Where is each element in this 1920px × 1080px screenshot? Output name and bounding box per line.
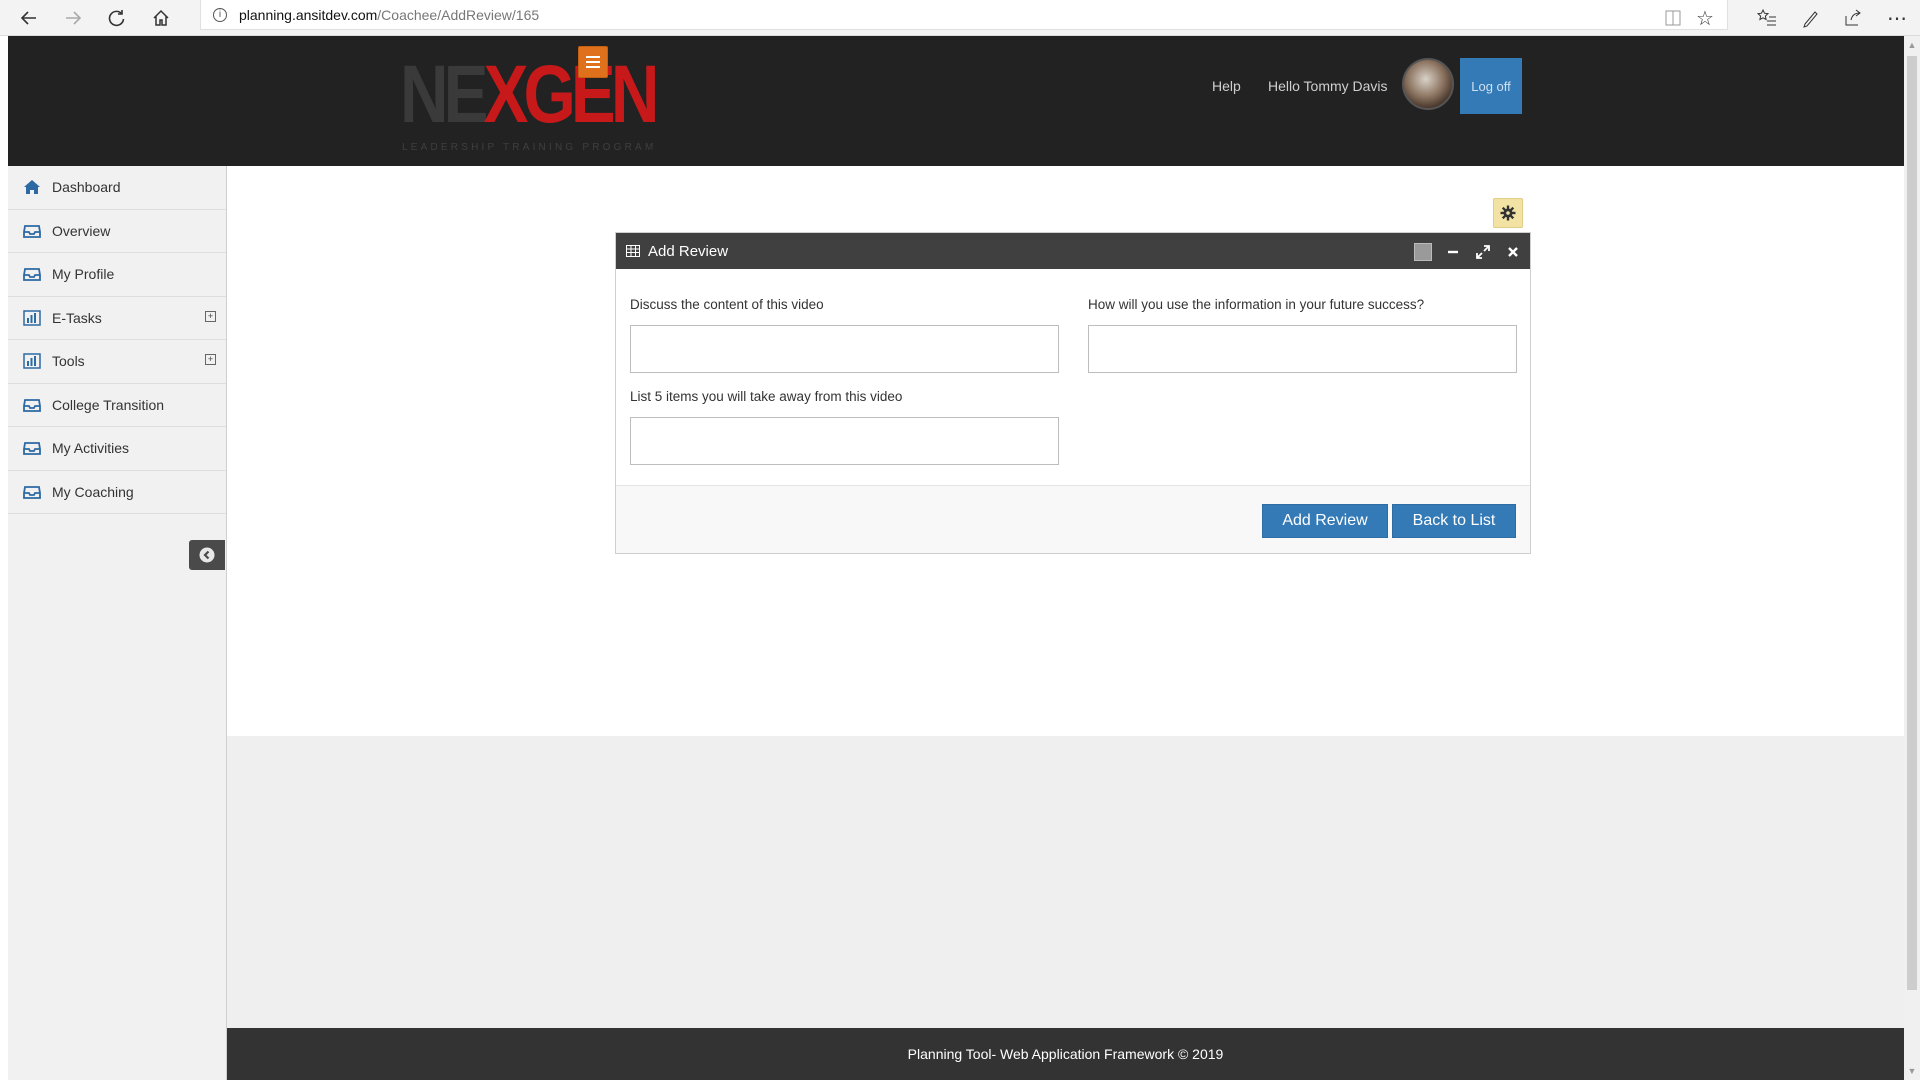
table-icon bbox=[626, 245, 640, 257]
panel-footer: Add Review Back to List bbox=[616, 485, 1530, 553]
sidebar-item-overview[interactable]: Overview bbox=[8, 210, 226, 253]
page-footer: Planning Tool- Web Application Framework… bbox=[227, 1028, 1904, 1080]
sidebar-item-college-transition[interactable]: College Transition bbox=[8, 384, 226, 427]
browser-toolbar: i planning.ansitdev.com/Coachee/AddRevie… bbox=[0, 0, 1920, 36]
bar-chart-icon bbox=[22, 353, 42, 369]
url-path: /Coachee/AddReview/165 bbox=[377, 6, 540, 23]
scroll-down-icon[interactable]: ▼ bbox=[1907, 1066, 1917, 1078]
panel-header: Add Review bbox=[616, 233, 1530, 269]
panel-color-picker-button[interactable] bbox=[1412, 241, 1434, 263]
sidebar-item-label: My Profile bbox=[52, 266, 115, 283]
expand-icon[interactable]: + bbox=[205, 354, 216, 365]
sidebar-item-my-activities[interactable]: My Activities bbox=[8, 427, 226, 471]
pen-icon[interactable] bbox=[1796, 3, 1826, 33]
sidebar-item-label: College Transition bbox=[52, 396, 165, 413]
share-icon[interactable] bbox=[1838, 3, 1868, 33]
favorites-list-icon[interactable] bbox=[1752, 3, 1782, 33]
sidebar-item-dashboard[interactable]: Dashboard bbox=[8, 166, 226, 210]
address-bar[interactable]: i planning.ansitdev.com/Coachee/AddRevie… bbox=[200, 0, 1728, 30]
logoff-button[interactable]: Log off bbox=[1460, 58, 1522, 114]
top-header: NEXGEN LEADERSHIP TRAINING PROGRAM Help … bbox=[8, 36, 1904, 166]
sidebar-item-tools[interactable]: Tools + bbox=[8, 340, 226, 384]
hamburger-icon bbox=[586, 56, 600, 58]
sidebar-item-label: My Activities bbox=[52, 440, 130, 457]
discuss-content-input[interactable] bbox=[630, 325, 1059, 373]
takeaway-items-input[interactable] bbox=[630, 417, 1059, 465]
inbox-icon bbox=[22, 266, 42, 282]
back-to-list-button[interactable]: Back to List bbox=[1392, 504, 1516, 538]
logo-text-x: X bbox=[483, 49, 529, 140]
inbox-icon bbox=[22, 440, 42, 456]
bar-chart-icon bbox=[22, 310, 42, 326]
logo-subtitle: LEADERSHIP TRAINING PROGRAM bbox=[402, 142, 657, 153]
more-icon[interactable]: ⋯ bbox=[1882, 3, 1912, 33]
sidebar-item-label: E-Tasks bbox=[52, 309, 102, 326]
discuss-content-label: Discuss the content of this video bbox=[630, 297, 824, 312]
panel-title: Add Review bbox=[648, 242, 729, 260]
inbox-icon bbox=[22, 484, 42, 500]
sidebar-item-e-tasks[interactable]: E-Tasks + bbox=[8, 297, 226, 340]
arrow-left-circle-icon bbox=[199, 547, 215, 563]
color-swatch-icon bbox=[1414, 243, 1432, 261]
expand-icon[interactable]: + bbox=[205, 310, 216, 322]
sidebar-item-label: Dashboard bbox=[52, 179, 121, 196]
close-icon[interactable] bbox=[1502, 241, 1524, 263]
sidebar-item-label: Overview bbox=[52, 222, 111, 239]
favorite-star-icon[interactable]: ☆ bbox=[1690, 3, 1720, 33]
scroll-up-icon[interactable]: ▲ bbox=[1907, 40, 1917, 52]
expand-icon[interactable] bbox=[1472, 241, 1494, 263]
gear-icon bbox=[1500, 205, 1516, 221]
app-window: NEXGEN LEADERSHIP TRAINING PROGRAM Help … bbox=[8, 36, 1904, 1080]
add-review-panel: Add Review Discuss the content of this v… bbox=[615, 232, 1531, 554]
site-info-icon[interactable]: i bbox=[213, 7, 227, 22]
future-success-input[interactable] bbox=[1088, 325, 1517, 373]
back-icon[interactable] bbox=[14, 3, 44, 33]
sidebar-item-my-coaching[interactable]: My Coaching bbox=[8, 471, 226, 514]
settings-button[interactable] bbox=[1493, 198, 1523, 228]
forward-icon[interactable] bbox=[58, 3, 88, 33]
refresh-icon[interactable] bbox=[102, 3, 132, 33]
sidebar-item-my-profile[interactable]: My Profile bbox=[8, 253, 226, 297]
future-success-label: How will you use the information in your… bbox=[1088, 297, 1425, 312]
menu-toggle-button[interactable] bbox=[578, 46, 608, 78]
nexgen-logo[interactable]: NEXGEN LEADERSHIP TRAINING PROGRAM bbox=[400, 46, 659, 158]
scrollbar-thumb[interactable] bbox=[1907, 56, 1917, 990]
sidebar: Dashboard Overview My Profile E-Tasks + bbox=[8, 166, 227, 1080]
avatar[interactable] bbox=[1402, 58, 1454, 110]
user-greeting[interactable]: Hello Tommy Davis bbox=[1268, 78, 1388, 94]
sidebar-item-label: My Coaching bbox=[52, 483, 134, 500]
reading-view-icon[interactable] bbox=[1658, 3, 1688, 33]
sidebar-item-label: Tools bbox=[52, 353, 85, 370]
inbox-icon bbox=[22, 397, 42, 413]
takeaway-items-label: List 5 items you will take away from thi… bbox=[630, 389, 903, 404]
inbox-icon bbox=[22, 223, 42, 239]
footer-text: Planning Tool- Web Application Framework… bbox=[907, 1046, 1224, 1062]
home-icon[interactable] bbox=[146, 3, 176, 33]
page-scrollbar[interactable]: ▲ ▼ bbox=[1904, 36, 1920, 1080]
help-link[interactable]: Help bbox=[1212, 78, 1241, 94]
minimize-icon[interactable] bbox=[1442, 241, 1464, 263]
home-icon bbox=[22, 179, 42, 195]
sidebar-collapse-button[interactable] bbox=[189, 540, 225, 570]
main-content: Add Review Discuss the content of this v… bbox=[227, 166, 1904, 1080]
url-domain: planning.ansitdev.com bbox=[239, 6, 378, 23]
add-review-button[interactable]: Add Review bbox=[1262, 504, 1388, 538]
logo-text-ne: NE bbox=[400, 49, 488, 140]
